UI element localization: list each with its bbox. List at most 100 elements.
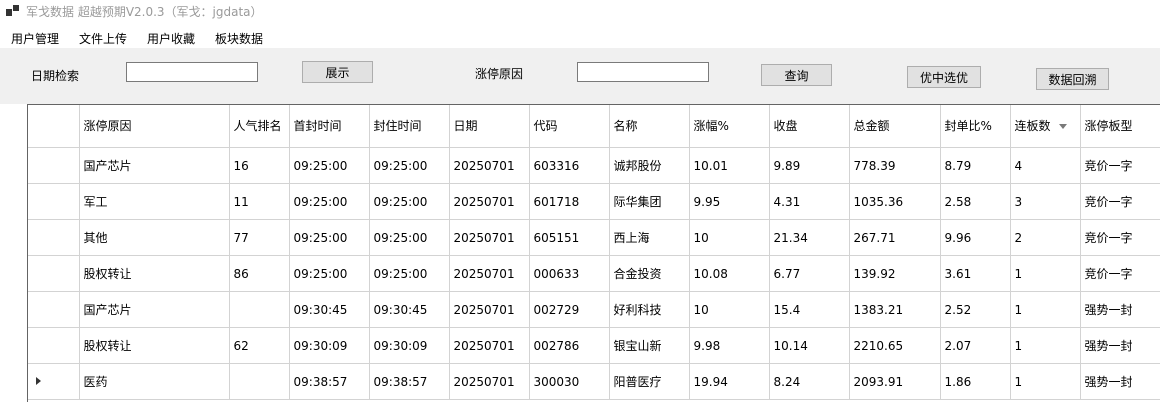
cell-date[interactable]: 20250701 [449,219,530,256]
cell-total-amount[interactable]: 267.71 [849,219,941,256]
cell-board-type[interactable]: 竞价一字 [1080,183,1160,220]
column-header-name[interactable]: 名称 [609,105,690,148]
cell-total-amount[interactable]: 1035.36 [849,183,941,220]
cell-name[interactable]: 诚邦股份 [609,147,690,184]
cell-change-pct[interactable]: 10 [689,291,770,328]
cell-first-seal-time[interactable]: 09:25:00 [289,255,370,292]
cell-popularity[interactable]: 62 [229,327,290,364]
cell-popularity[interactable]: 16 [229,147,290,184]
cell-code[interactable]: 605151 [529,219,610,256]
row-header[interactable] [28,363,80,400]
cell-board-type[interactable]: 强势一封 [1080,291,1160,328]
cell-seal-time[interactable]: 09:25:00 [369,147,450,184]
date-search-input[interactable] [126,62,258,82]
cell-code[interactable]: 002786 [529,327,610,364]
cell-first-seal-time[interactable]: 09:25:00 [289,219,370,256]
table-row[interactable]: 军工 11 09:25:00 09:25:00 20250701 601718 际华集团 9.… [28,183,1160,220]
cell-name[interactable]: 银宝山新 [609,327,690,364]
cell-reason[interactable]: 医药 [79,363,230,400]
column-header-code[interactable]: 代码 [529,105,610,148]
cell-seal-ratio[interactable]: 2.58 [940,183,1011,220]
limit-up-reason-input[interactable] [577,62,709,82]
cell-popularity[interactable] [229,291,290,328]
cell-consecutive-boards[interactable]: 1 [1010,363,1081,400]
cell-change-pct[interactable]: 10.08 [689,255,770,292]
cell-seal-ratio[interactable]: 1.86 [940,363,1011,400]
cell-change-pct[interactable]: 10.01 [689,147,770,184]
cell-close[interactable]: 6.77 [769,255,850,292]
query-button[interactable]: 查询 [761,64,832,86]
cell-total-amount[interactable]: 1383.21 [849,291,941,328]
cell-board-type[interactable]: 竞价一字 [1080,255,1160,292]
cell-popularity[interactable]: 77 [229,219,290,256]
cell-reason[interactable]: 国产芯片 [79,291,230,328]
cell-popularity[interactable]: 86 [229,255,290,292]
menu-sector-data[interactable]: 板块数据 [215,30,263,47]
cell-code[interactable]: 603316 [529,147,610,184]
column-header-popularity[interactable]: 人气排名 [229,105,290,148]
menu-user-favorites[interactable]: 用户收藏 [147,30,195,47]
cell-seal-time[interactable]: 09:30:09 [369,327,450,364]
cell-change-pct[interactable]: 10 [689,219,770,256]
table-row[interactable]: 国产芯片 09:30:45 09:30:45 20250701 002729 好利科技 10… [28,291,1160,328]
row-header[interactable] [28,291,80,328]
data-backtrack-button[interactable]: 数据回溯 [1036,68,1109,90]
cell-first-seal-time[interactable]: 09:25:00 [289,147,370,184]
cell-seal-ratio[interactable]: 2.52 [940,291,1011,328]
table-row[interactable]: 股权转让 86 09:25:00 09:25:00 20250701 000633 合金投资… [28,255,1160,292]
cell-date[interactable]: 20250701 [449,147,530,184]
cell-code[interactable]: 601718 [529,183,610,220]
column-header-consecutive-boards[interactable]: 连板数 [1010,105,1081,148]
show-button[interactable]: 展示 [302,61,373,83]
cell-consecutive-boards[interactable]: 4 [1010,147,1081,184]
cell-seal-ratio[interactable]: 2.07 [940,327,1011,364]
cell-first-seal-time[interactable]: 09:25:00 [289,183,370,220]
cell-board-type[interactable]: 竞价一字 [1080,219,1160,256]
cell-date[interactable]: 20250701 [449,255,530,292]
cell-close[interactable]: 4.31 [769,183,850,220]
column-header-board-type[interactable]: 涨停板型 [1080,105,1160,148]
cell-total-amount[interactable]: 139.92 [849,255,941,292]
cell-change-pct[interactable]: 9.95 [689,183,770,220]
column-header-first-seal-time[interactable]: 首封时间 [289,105,370,148]
cell-reason[interactable]: 股权转让 [79,327,230,364]
row-header[interactable] [28,147,80,184]
cell-name[interactable]: 阳普医疗 [609,363,690,400]
cell-first-seal-time[interactable]: 09:38:57 [289,363,370,400]
cell-consecutive-boards[interactable]: 1 [1010,255,1081,292]
row-header[interactable] [28,219,80,256]
cell-reason[interactable]: 股权转让 [79,255,230,292]
row-header[interactable] [28,255,80,292]
cell-popularity[interactable]: 11 [229,183,290,220]
cell-close[interactable]: 9.89 [769,147,850,184]
column-header-change-pct[interactable]: 涨幅% [689,105,770,148]
cell-code[interactable]: 300030 [529,363,610,400]
cell-close[interactable]: 15.4 [769,291,850,328]
row-header[interactable] [28,327,80,364]
menu-user-management[interactable]: 用户管理 [11,30,59,47]
cell-seal-time[interactable]: 09:30:45 [369,291,450,328]
cell-seal-time[interactable]: 09:38:57 [369,363,450,400]
cell-consecutive-boards[interactable]: 3 [1010,183,1081,220]
cell-board-type[interactable]: 强势一封 [1080,327,1160,364]
column-header-seal-time[interactable]: 封住时间 [369,105,450,148]
cell-board-type[interactable]: 强势一封 [1080,363,1160,400]
cell-date[interactable]: 20250701 [449,291,530,328]
cell-consecutive-boards[interactable]: 1 [1010,327,1081,364]
cell-name[interactable]: 际华集团 [609,183,690,220]
cell-close[interactable]: 10.14 [769,327,850,364]
cell-change-pct[interactable]: 9.98 [689,327,770,364]
cell-first-seal-time[interactable]: 09:30:09 [289,327,370,364]
cell-code[interactable]: 002729 [529,291,610,328]
cell-seal-time[interactable]: 09:25:00 [369,183,450,220]
cell-first-seal-time[interactable]: 09:30:45 [289,291,370,328]
column-header-seal-ratio[interactable]: 封单比% [940,105,1011,148]
cell-consecutive-boards[interactable]: 1 [1010,291,1081,328]
cell-code[interactable]: 000633 [529,255,610,292]
cell-consecutive-boards[interactable]: 2 [1010,219,1081,256]
table-row[interactable]: 股权转让 62 09:30:09 09:30:09 20250701 002786 银宝山新… [28,327,1160,364]
cell-close[interactable]: 21.34 [769,219,850,256]
cell-seal-ratio[interactable]: 8.79 [940,147,1011,184]
pick-best-button[interactable]: 优中选优 [907,66,981,88]
cell-reason[interactable]: 国产芯片 [79,147,230,184]
